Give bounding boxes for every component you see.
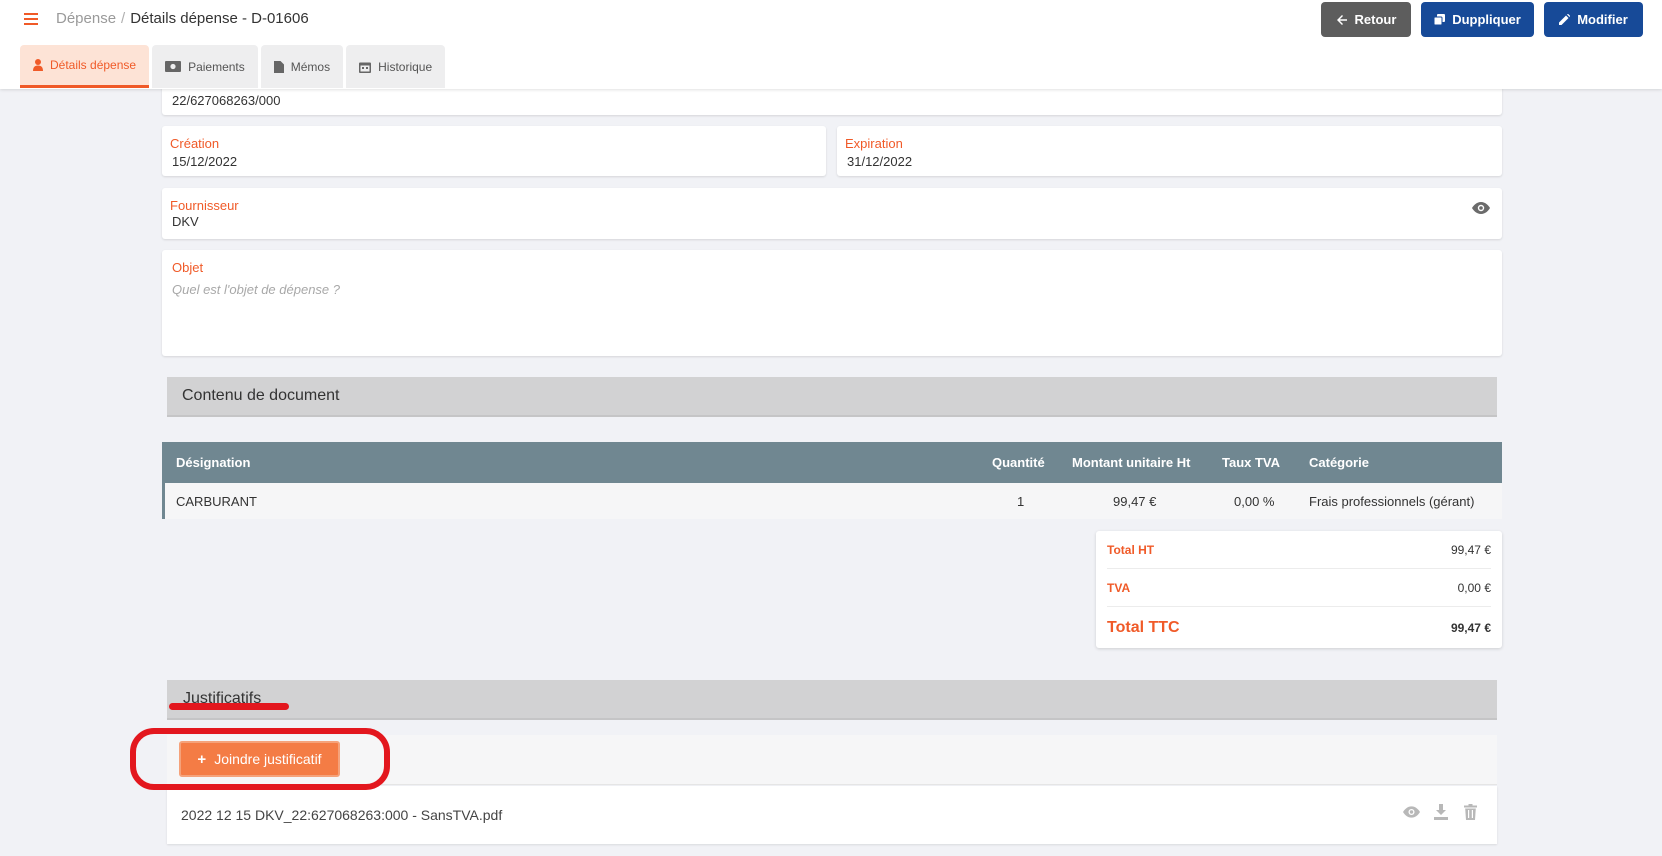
calendar-icon bbox=[359, 62, 372, 73]
cell-categorie: Frais professionnels (gérant) bbox=[1309, 493, 1475, 509]
menu-icon[interactable] bbox=[24, 13, 38, 25]
cell-quantite: 1 bbox=[1017, 493, 1025, 509]
file-row[interactable]: 2022 12 15 DKV_22:627068263:000 - SansTV… bbox=[167, 786, 1497, 844]
contenu-section-header: Contenu de document bbox=[167, 377, 1497, 417]
arrow-left-icon bbox=[1336, 14, 1347, 25]
eye-icon[interactable] bbox=[1472, 202, 1490, 214]
cell-taux: 0,00 % bbox=[1234, 493, 1275, 509]
objet-field[interactable]: Objet Quel est l'objet de dépense ? bbox=[162, 250, 1502, 356]
document-icon bbox=[273, 60, 284, 73]
tab-memos[interactable]: Mémos bbox=[260, 45, 344, 88]
totals-box: Total HT 99,47 € TVA 0,00 € Total TTC 99… bbox=[1096, 531, 1502, 648]
reference-value[interactable]: 22/627068263/000 bbox=[172, 93, 280, 108]
col-taux: Taux TVA bbox=[1222, 455, 1281, 470]
tva-value: 0,00 € bbox=[1457, 581, 1491, 595]
tab-paiements[interactable]: Paiements bbox=[152, 45, 258, 88]
col-designation: Désignation bbox=[176, 455, 251, 470]
col-montant: Montant unitaire Ht bbox=[1072, 455, 1191, 470]
creation-label: Création bbox=[170, 136, 220, 151]
retour-button[interactable]: Retour bbox=[1321, 2, 1411, 37]
pencil-icon bbox=[1559, 14, 1571, 25]
table-header: Désignation Quantité Montant unitaire Ht… bbox=[162, 442, 1502, 483]
objet-label: Objet bbox=[172, 260, 204, 275]
col-categorie: Catégorie bbox=[1309, 455, 1369, 470]
modifier-button[interactable]: Modifier bbox=[1544, 2, 1643, 37]
divider bbox=[1107, 568, 1491, 569]
page-title: Détails dépense - D-01606 bbox=[130, 10, 309, 27]
breadcrumb: Dépense / Détails dépense - D-01606 bbox=[56, 10, 309, 27]
tab-details-depense[interactable]: Détails dépense bbox=[20, 45, 150, 88]
creation-field[interactable]: Création 15/12/2022 bbox=[162, 126, 826, 176]
total-ht-label: Total HT bbox=[1107, 543, 1155, 557]
tva-row: TVA 0,00 € bbox=[1107, 581, 1491, 595]
content-table: Désignation Quantité Montant unitaire Ht… bbox=[162, 442, 1502, 519]
total-ht-value: 99,47 € bbox=[1450, 543, 1491, 557]
tva-label: TVA bbox=[1107, 581, 1131, 595]
person-icon bbox=[33, 59, 43, 71]
top-bar: Dépense / Détails dépense - D-01606 Retour… bbox=[0, 0, 1662, 89]
download-icon[interactable] bbox=[1434, 804, 1448, 820]
money-icon bbox=[165, 61, 182, 72]
total-ttc-value: 99,47 € bbox=[1450, 621, 1491, 635]
tab-bar: Détails dépense Paiements Mémos Historiq… bbox=[20, 45, 446, 88]
expiration-value: 31/12/2022 bbox=[847, 154, 913, 169]
tab-label: Historique bbox=[378, 59, 433, 74]
divider bbox=[1107, 606, 1491, 607]
table-row[interactable]: CARBURANT 1 99,47 € 0,00 % Frais profess… bbox=[162, 483, 1502, 519]
fournisseur-label: Fournisseur bbox=[170, 198, 239, 213]
annotation-underline bbox=[169, 703, 289, 710]
copy-icon bbox=[1434, 14, 1446, 25]
eye-icon[interactable] bbox=[1403, 806, 1420, 818]
fournisseur-value: DKV bbox=[172, 214, 199, 229]
justificatifs-section-header: Justificatifs bbox=[167, 680, 1497, 720]
objet-placeholder: Quel est l'objet de dépense ? bbox=[172, 282, 340, 297]
total-ht-row: Total HT 99,47 € bbox=[1107, 543, 1491, 557]
breadcrumb-separator: / bbox=[121, 10, 126, 27]
fournisseur-field[interactable]: Fournisseur DKV bbox=[162, 188, 1502, 239]
duplicate-button[interactable]: Duppliquer bbox=[1421, 2, 1534, 37]
total-ttc-row: Total TTC 99,47 € bbox=[1107, 619, 1491, 637]
creation-value: 15/12/2022 bbox=[172, 154, 238, 169]
duplicate-label: Duppliquer bbox=[1452, 12, 1521, 27]
retour-label: Retour bbox=[1354, 12, 1397, 27]
trash-icon[interactable] bbox=[1464, 804, 1477, 820]
cell-montant: 99,47 € bbox=[1113, 493, 1157, 509]
annotation-circle bbox=[130, 728, 390, 790]
tab-label: Paiements bbox=[188, 59, 245, 74]
expiration-label: Expiration bbox=[845, 136, 903, 151]
col-quantite: Quantité bbox=[992, 455, 1045, 470]
tab-label: Détails dépense bbox=[50, 58, 137, 72]
tab-historique[interactable]: Historique bbox=[346, 45, 446, 88]
file-name[interactable]: 2022 12 15 DKV_22:627068263:000 - SansTV… bbox=[181, 807, 502, 823]
total-ttc-label: Total TTC bbox=[1107, 619, 1180, 636]
expiration-field[interactable]: Expiration 31/12/2022 bbox=[837, 126, 1502, 176]
cell-designation: CARBURANT bbox=[176, 493, 257, 509]
tab-label: Mémos bbox=[290, 59, 331, 74]
contenu-section-title: Contenu de document bbox=[182, 387, 340, 404]
breadcrumb-parent[interactable]: Dépense bbox=[56, 10, 116, 27]
modifier-label: Modifier bbox=[1577, 12, 1628, 27]
